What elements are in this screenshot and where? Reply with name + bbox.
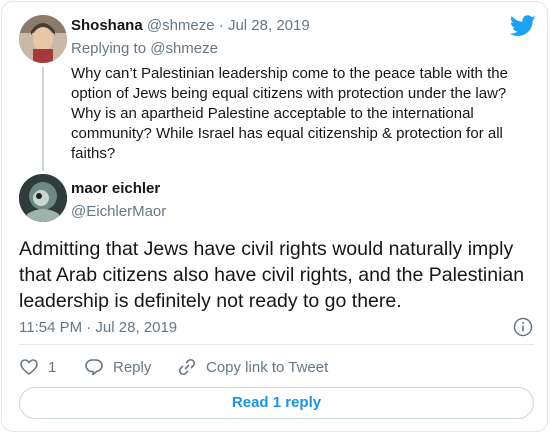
reply-label: Reply	[113, 358, 152, 376]
parent-author-handle[interactable]: @shmeze	[147, 17, 215, 34]
copy-link-label: Copy link to Tweet	[206, 358, 329, 376]
parent-author-name[interactable]: Shoshana	[71, 17, 143, 34]
replying-to-label[interactable]: Replying to @shmeze	[71, 40, 218, 57]
avatar-maor-eichler[interactable]	[19, 174, 67, 222]
like-count: 1	[48, 358, 57, 376]
reply-icon	[85, 359, 103, 376]
tweet-author-name[interactable]: maor eichler	[71, 180, 160, 197]
tweet-embed-card: Shoshana @shmeze · Jul 28, 2019 Replying…	[1, 1, 548, 432]
dot-separator: ·	[218, 17, 224, 34]
read-replies-button[interactable]: Read 1 reply	[19, 387, 534, 419]
parent-tweet-text: Why can’t Palestinian leadership come to…	[71, 65, 508, 162]
parent-date[interactable]: Jul 28, 2019	[228, 17, 310, 34]
thread-connector-line	[42, 67, 44, 171]
link-icon	[178, 358, 196, 376]
tweet-author-handle[interactable]: @EichlerMaor	[71, 203, 166, 220]
twitter-bird-icon[interactable]	[510, 15, 536, 37]
parent-tweet-header: Shoshana @shmeze · Jul 28, 2019	[71, 17, 310, 34]
reply-button[interactable]: Reply	[84, 357, 151, 377]
divider	[19, 344, 534, 345]
like-button[interactable]: 1	[19, 357, 56, 377]
tweet-timestamp[interactable]: 11:54 PM · Jul 28, 2019	[19, 319, 177, 336]
avatar-shoshana[interactable]	[19, 15, 67, 63]
heart-icon	[20, 359, 38, 375]
info-icon[interactable]	[513, 317, 533, 337]
tweet-text: Admitting that Jews have civil rights wo…	[19, 238, 525, 312]
copy-link-button[interactable]: Copy link to Tweet	[177, 357, 328, 377]
